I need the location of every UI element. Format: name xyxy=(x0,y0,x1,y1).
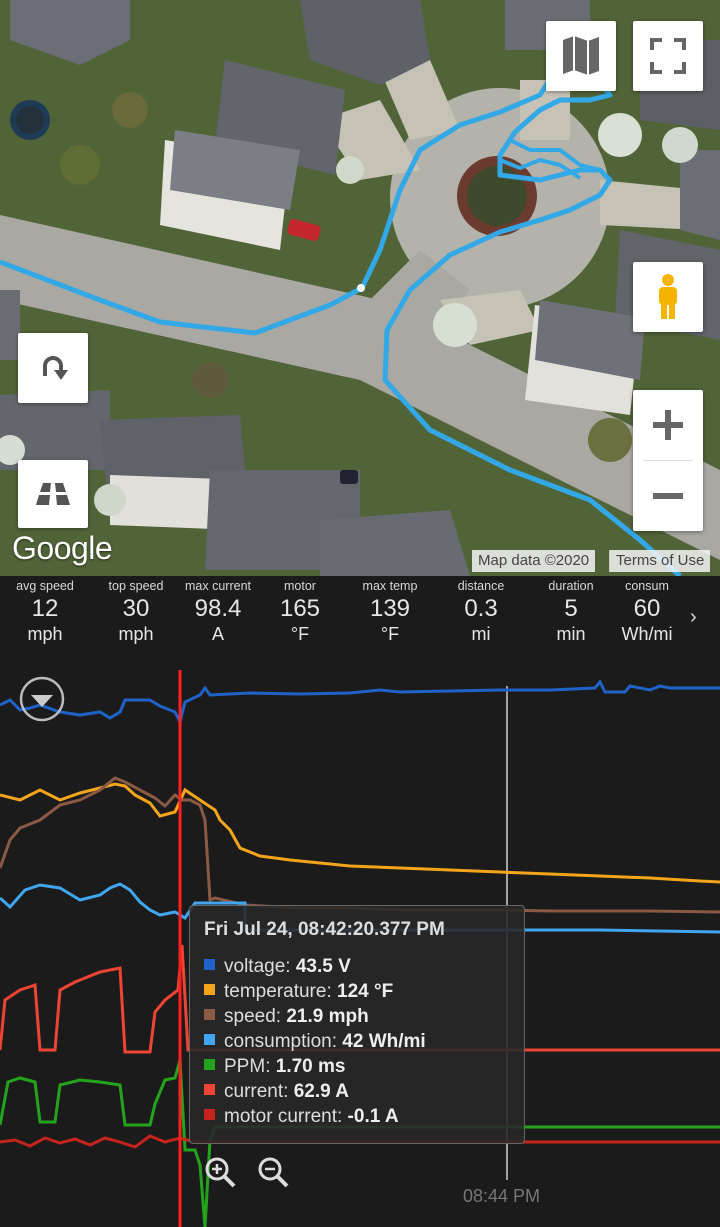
street-view-button[interactable] xyxy=(633,262,703,332)
stat-value: 60 xyxy=(633,595,661,622)
tilt-button[interactable] xyxy=(18,460,88,528)
stat-label: distance xyxy=(457,579,505,593)
tooltip-label: temperature xyxy=(224,981,327,1002)
google-logo: Google xyxy=(12,530,113,566)
stat-unit: Wh/mi xyxy=(621,624,673,644)
tooltip-row-current: current: 62.9 A xyxy=(204,1081,349,1103)
fullscreen-icon xyxy=(650,38,686,74)
tooltip-label: PPM xyxy=(224,1056,266,1077)
stat-unit: mph xyxy=(27,624,63,644)
map-view[interactable]: Google Map data ©2020 Terms of Use xyxy=(0,0,720,576)
stat-value: 165 xyxy=(279,595,321,622)
stat-label: max temp xyxy=(362,579,418,593)
tooltip-label: voltage xyxy=(224,956,286,977)
stat-label: avg speed xyxy=(16,579,74,593)
tooltip-value: -0.1 A xyxy=(347,1106,399,1127)
map-icon xyxy=(563,36,599,75)
tooltip-value: 124 °F xyxy=(337,981,394,1002)
stat-label: consum xyxy=(625,579,669,593)
legend-swatch xyxy=(204,984,215,996)
tooltip-label: current xyxy=(224,1081,284,1102)
chevron-down-icon[interactable] xyxy=(19,676,65,722)
stat-value: 30 xyxy=(122,595,150,622)
fullscreen-button[interactable] xyxy=(633,21,703,91)
map-type-button[interactable] xyxy=(546,21,616,91)
tooltip-row-ppm: PPM: 1.70 ms xyxy=(204,1056,345,1078)
legend-swatch xyxy=(204,1059,215,1071)
stat-label: motor xyxy=(284,579,316,593)
tooltip-row-voltage: voltage: 43.5 V xyxy=(204,956,351,978)
terms-of-use-link[interactable]: Terms of Use xyxy=(609,550,711,572)
zoom-out-button[interactable] xyxy=(633,461,703,531)
tooltip-row-speed: speed: 21.9 mph xyxy=(204,1006,369,1028)
stat-value: 0.3 xyxy=(464,595,498,622)
tooltip-value: 42 Wh/mi xyxy=(342,1031,426,1052)
tooltip-label: speed xyxy=(224,1006,276,1027)
tooltip-row-temperature: temperature: 124 °F xyxy=(204,981,393,1003)
stat-motor: motor 165 °F xyxy=(255,576,345,645)
legend-swatch xyxy=(204,1084,215,1096)
tooltip-value: 21.9 mph xyxy=(286,1006,369,1027)
tooltip-value: 62.9 A xyxy=(293,1081,349,1102)
stat-value: 139 xyxy=(369,595,411,622)
chevron-right-icon[interactable]: › xyxy=(690,606,697,629)
x-axis-tick-label: 08:44 PM xyxy=(463,1186,541,1206)
tooltip-value: 1.70 ms xyxy=(275,1056,346,1077)
tooltip-value: 43.5 V xyxy=(295,956,351,977)
legend-swatch xyxy=(204,959,215,971)
stat-top-speed: top speed 30 mph xyxy=(91,576,181,645)
stat-max-current: max current 98.4 A xyxy=(173,576,263,645)
tooltip-label: motor current xyxy=(224,1106,337,1127)
chart-tooltip: Fri Jul 24, 08:42:20.377 PM voltage: 43.… xyxy=(189,905,525,1144)
stat-avg-speed: avg speed 12 mph xyxy=(0,576,90,645)
tilt-icon xyxy=(36,483,70,505)
legend-swatch xyxy=(204,1034,215,1046)
rotate-button[interactable] xyxy=(18,333,88,403)
stat-consumption: consum 60 Wh/mi xyxy=(602,576,692,645)
stat-label: max current xyxy=(185,579,251,593)
stat-value: 12 xyxy=(31,595,59,622)
minus-icon xyxy=(653,493,683,499)
zoom-in-icon[interactable] xyxy=(203,1155,237,1189)
zoom-out-icon[interactable] xyxy=(256,1155,290,1189)
tooltip-row-motor-current: motor current: -0.1 A xyxy=(204,1106,399,1128)
stat-unit: mi xyxy=(471,624,491,644)
tooltip-label: consumption xyxy=(224,1031,332,1052)
stat-max-temp: max temp 139 °F xyxy=(345,576,435,645)
stat-distance: distance 0.3 mi xyxy=(436,576,526,645)
zoom-control xyxy=(633,390,703,531)
stat-unit: mph xyxy=(118,624,154,644)
zoom-in-button[interactable] xyxy=(633,390,703,460)
legend-swatch xyxy=(204,1109,215,1121)
legend-swatch xyxy=(204,1009,215,1021)
stat-unit: °F xyxy=(290,624,310,644)
stat-unit: °F xyxy=(380,624,400,644)
tooltip-title: Fri Jul 24, 08:42:20.377 PM xyxy=(204,919,445,940)
tooltip-row-consumption: consumption: 42 Wh/mi xyxy=(204,1031,426,1053)
rotate-icon xyxy=(43,356,68,380)
stats-bar[interactable]: avg speed 12 mph top speed 30 mph max cu… xyxy=(0,576,720,656)
stat-label: top speed xyxy=(108,579,164,593)
map-attribution: Map data ©2020 xyxy=(472,550,596,572)
stat-unit: A xyxy=(211,624,224,644)
stat-value: 98.4 xyxy=(194,595,242,622)
pegman-icon xyxy=(659,274,677,319)
plus-icon xyxy=(653,410,683,440)
